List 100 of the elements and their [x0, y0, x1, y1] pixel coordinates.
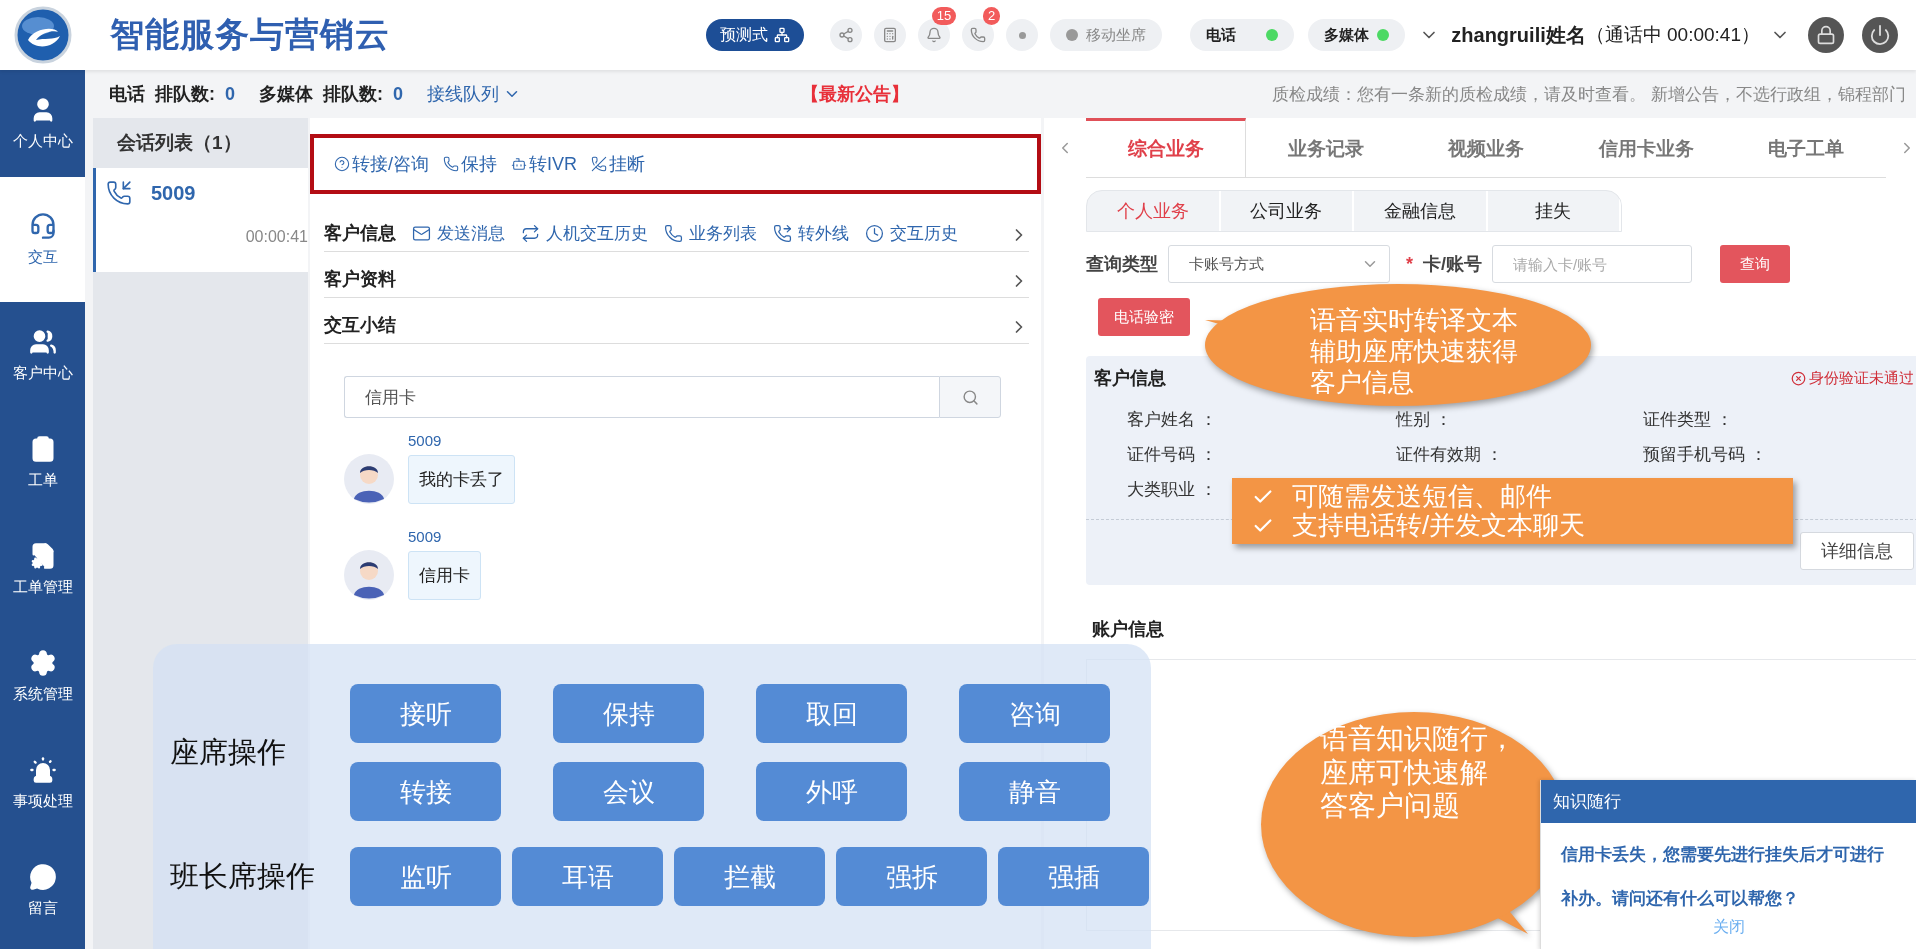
field-label: 客户姓名 ：: [1127, 409, 1217, 431]
lock-icon: [1816, 25, 1836, 45]
message-sender: 5009: [408, 528, 443, 545]
feature-text: 支持电话转/并发文本聊天: [1292, 511, 1586, 540]
help-icon: [334, 156, 350, 172]
operation-button[interactable]: 转接: [350, 762, 501, 821]
chat-icon: [28, 863, 57, 891]
sub-tab[interactable]: 个人业务: [1087, 191, 1221, 231]
user-name: zhangruili姓名: [1451, 22, 1586, 48]
action-link[interactable]: 业务列表: [664, 222, 757, 245]
action-link[interactable]: 交互历史: [865, 222, 958, 245]
section-title: 账户信息: [1092, 618, 1165, 641]
queue-link[interactable]: 接线队列: [427, 82, 522, 106]
operation-button[interactable]: 接听: [350, 684, 501, 743]
dot-button[interactable]: [1006, 19, 1039, 51]
field-label: 性别 ：: [1396, 409, 1452, 431]
queue-label: 多媒体: [259, 83, 313, 106]
field-label: 大类职业 ：: [1127, 479, 1217, 501]
queue-count: 0: [225, 83, 235, 105]
tab[interactable]: 综合业务: [1086, 118, 1246, 177]
search-button[interactable]: [939, 376, 1001, 418]
queue-label: 排队数:: [323, 83, 383, 106]
count-badge: 15: [931, 7, 957, 25]
phone-icon: [664, 224, 683, 243]
operation-button[interactable]: 咨询: [959, 684, 1110, 743]
operation-button[interactable]: 静音: [959, 762, 1110, 821]
toolbar-link[interactable]: 挂断: [591, 152, 646, 176]
channel-status[interactable]: 电话: [1190, 19, 1295, 51]
verification-status: 身份验证未通过: [1809, 368, 1914, 388]
mode-button[interactable]: 预测式: [706, 19, 805, 51]
field-label: 证件有效期 ：: [1396, 444, 1503, 466]
required-mark: *: [1406, 253, 1413, 275]
callout-text: 语音实时转译文本 辅助座席快速获得 客户信息: [1310, 305, 1518, 399]
operation-button[interactable]: 拦截: [674, 847, 825, 906]
field-label: 证件号码 ：: [1127, 444, 1217, 466]
query-type-select[interactable]: 卡账号方式: [1168, 245, 1390, 283]
action-link[interactable]: 发送消息: [412, 222, 505, 245]
field-label: 证件类型 ：: [1643, 409, 1733, 431]
message-sender: 5009: [408, 432, 443, 449]
action-link[interactable]: 人机交互历史: [521, 222, 648, 245]
operation-button[interactable]: 监听: [350, 847, 501, 906]
toolbar-link[interactable]: 转接/咨询: [334, 152, 429, 176]
section-header[interactable]: 客户资料: [324, 252, 1029, 298]
detail-button[interactable]: 详细信息: [1800, 532, 1914, 570]
users-icon: [28, 328, 57, 356]
operation-button[interactable]: 耳语: [512, 847, 663, 906]
clock-icon: [865, 224, 884, 243]
hang-up-icon: [591, 156, 608, 172]
operation-button[interactable]: 会议: [553, 762, 704, 821]
phone-icon: [443, 156, 459, 172]
avatar: [344, 550, 394, 600]
session-item[interactable]: 5009 00:00:41: [93, 168, 308, 272]
queue-count: 0: [393, 83, 404, 105]
verify-button[interactable]: 电话验密: [1098, 298, 1190, 336]
queue-label: 电话: [109, 83, 145, 106]
sub-tab[interactable]: 挂失: [1487, 191, 1621, 231]
popup-title: 知识随行: [1541, 780, 1916, 823]
power-icon: [1869, 24, 1891, 46]
bell-button[interactable]: [918, 19, 951, 51]
phone-forward-icon: [773, 224, 792, 243]
share-icon: [838, 27, 855, 43]
sub-tab[interactable]: 金融信息: [1354, 191, 1488, 231]
toolbar-link[interactable]: 保持: [443, 152, 497, 176]
search-field[interactable]: 信用卡: [344, 376, 939, 418]
operation-button[interactable]: 外呼: [756, 762, 907, 821]
section-header[interactable]: 交互小结: [324, 298, 1029, 344]
search-icon: [961, 388, 979, 406]
sidebar-item[interactable]: 交互: [0, 177, 85, 302]
channel-status[interactable]: 多媒体: [1308, 19, 1406, 51]
phone-button[interactable]: [962, 19, 995, 51]
app-title: 智能服务与营销云: [110, 14, 390, 55]
headset-icon: [28, 212, 57, 240]
operation-button[interactable]: 取回: [756, 684, 907, 743]
share-button[interactable]: [830, 19, 863, 51]
field-label: 卡/账号: [1423, 253, 1483, 276]
mail-icon: [412, 224, 431, 243]
power-button[interactable]: [1862, 17, 1898, 53]
account-field[interactable]: 请输入卡/账号: [1492, 245, 1693, 283]
lock-button[interactable]: [1808, 17, 1844, 53]
announcement-text: 质检成绩：您有一条新的质检成绩，请及时查看。 新增公告，不选行政组，锦程部门: [1272, 83, 1906, 106]
section-title: 客户信息: [1094, 367, 1166, 390]
message-bubble: 我的卡丢了: [408, 455, 515, 504]
operation-button[interactable]: 保持: [553, 684, 704, 743]
operation-button[interactable]: 强插: [998, 847, 1149, 906]
avatar: [344, 454, 394, 504]
alarm-light-icon: [28, 756, 57, 784]
operation-button[interactable]: 强拆: [836, 847, 987, 906]
operations-group-title: 座席操作: [170, 734, 287, 770]
mobile-seat-toggle[interactable]: 移动坐席: [1050, 19, 1163, 51]
sub-tab[interactable]: 公司业务: [1220, 191, 1354, 231]
count-badge: 2: [983, 7, 1001, 25]
toolbar-link[interactable]: 转IVR: [511, 152, 578, 176]
bell-icon: [926, 27, 943, 43]
search-button[interactable]: 查询: [1720, 245, 1791, 283]
calculator-button[interactable]: [874, 19, 907, 51]
operations-group-title: 班长席操作: [170, 858, 316, 894]
incoming-call-icon: [106, 180, 132, 206]
action-link[interactable]: 转外线: [773, 222, 849, 245]
message-bubble: 信用卡: [408, 551, 481, 600]
field-label: 查询类型: [1086, 253, 1158, 276]
